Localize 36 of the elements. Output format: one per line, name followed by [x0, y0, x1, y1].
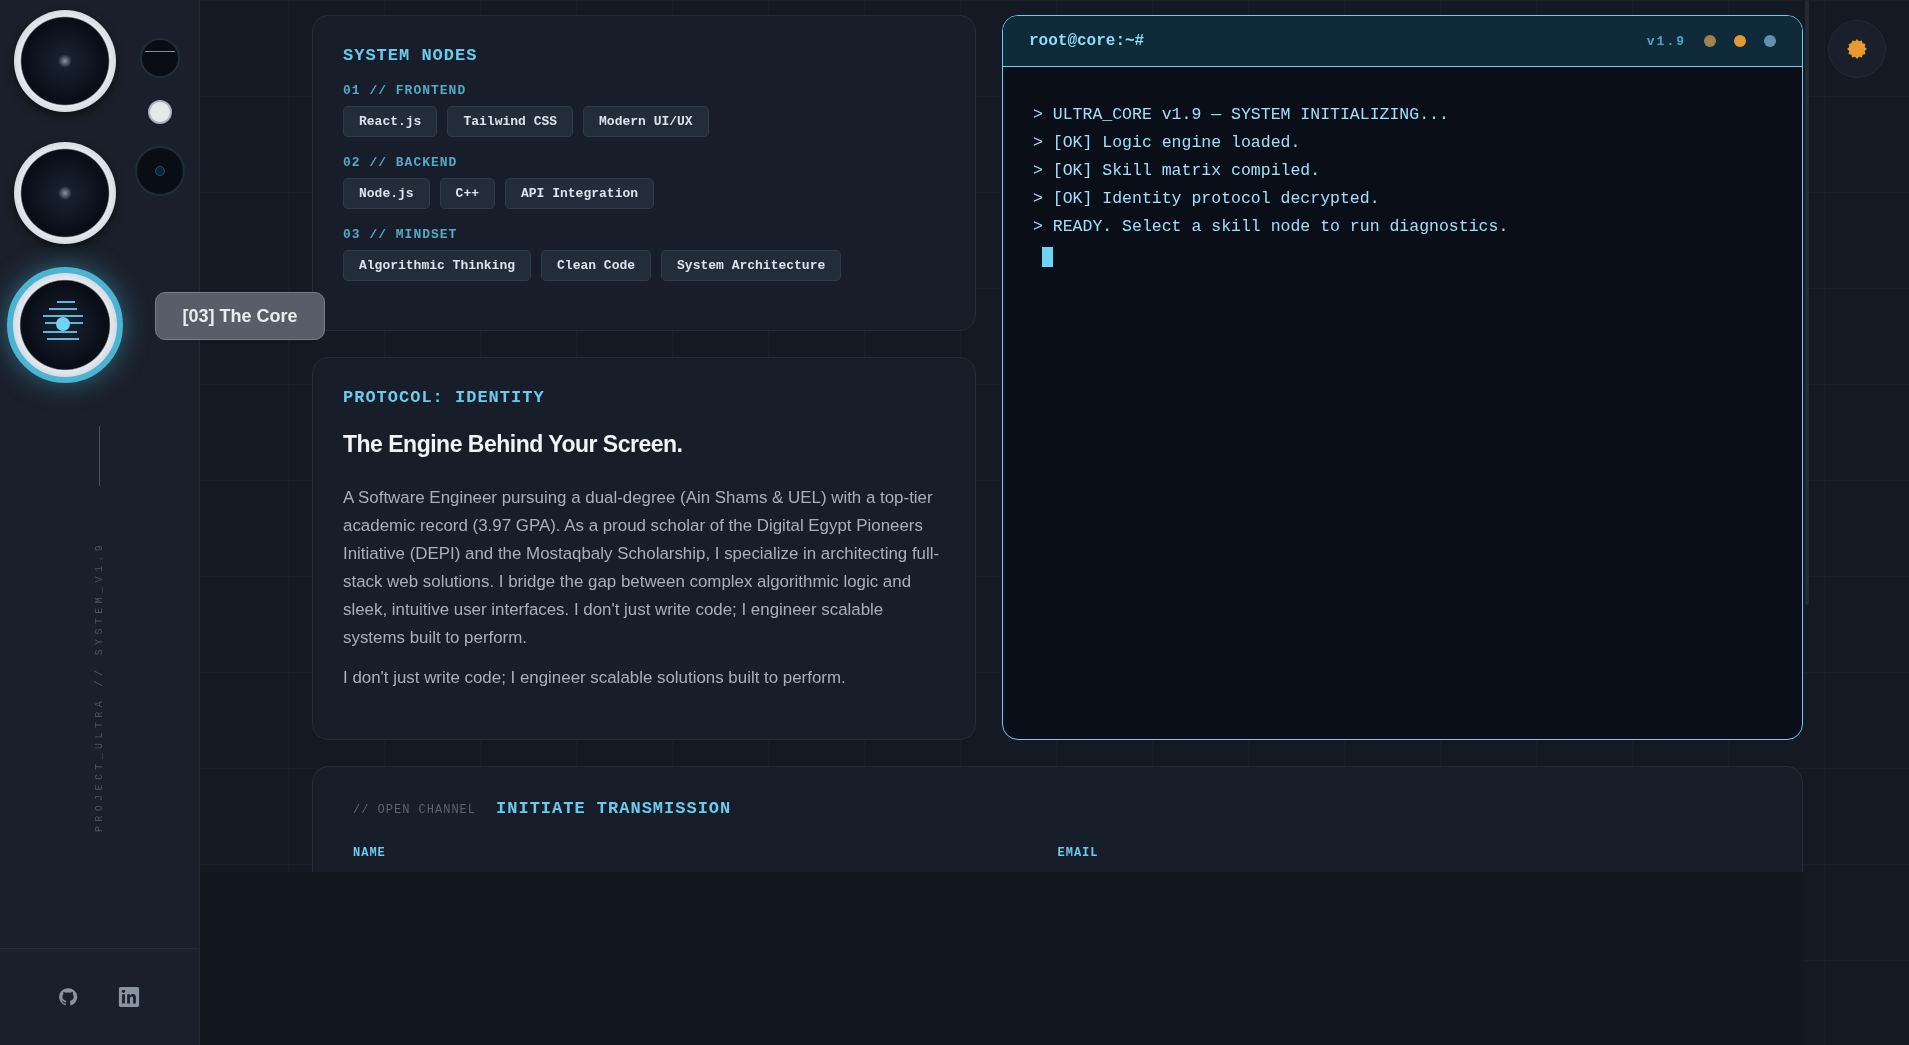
- section-title: INITIATE TRANSMISSION: [496, 799, 732, 818]
- section-title: PROTOCOL: IDENTITY: [343, 388, 546, 407]
- terminal-line: > [OK] Logic engine loaded.: [1033, 132, 1302, 154]
- sensor-icon: [135, 146, 185, 196]
- paragraph: A Software Engineer pursuing a dual-degree (Ain Shams & UEL) with a top-tier academic record (3.97 GPA). As a proud scholar of the Digital Egypt Pioneers Initiative (DEPI) and the Mostaqbaly Scholarship, I specialize in architecting full-stack web solutions. I bridge the gap between complex algorithmic logic and sleek, intuitive user interfaces. I don't just write code; I engineer scalable systems built to perform.: [343, 487, 941, 649]
- flash-icon: [148, 100, 172, 124]
- section-title: SYSTEM NODES: [343, 46, 479, 65]
- group-label: 01 // FRONTEND: [343, 83, 468, 98]
- skill-tag[interactable]: API Integration: [505, 178, 655, 209]
- version-label: v1.9: [1646, 33, 1686, 49]
- tooltip: [03] The Core: [155, 292, 325, 340]
- skill-tag[interactable]: Modern UI/UX: [583, 106, 709, 137]
- heading: The Engine Behind Your Screen.: [343, 431, 684, 458]
- skill-tag[interactable]: Tailwind CSS: [447, 106, 574, 137]
- skill-tag[interactable]: System Architecture: [661, 250, 842, 281]
- sensor-icon: [140, 38, 180, 78]
- terminal-line: > [OK] Skill matrix compiled.: [1033, 160, 1322, 182]
- terminal-line: > [OK] Identity protocol decrypted.: [1033, 188, 1381, 210]
- terminal-line: > ULTRA_CORE v1.9 — SYSTEM INITIALIZING...: [1033, 104, 1450, 126]
- skill-tag[interactable]: React.js: [343, 106, 438, 137]
- terminal-prompt: root@core:~#: [1029, 32, 1145, 50]
- linkedin-icon[interactable]: [118, 986, 140, 1008]
- terminal-line: > READY. Select a skill node to run diagnostics.: [1033, 216, 1510, 238]
- text-cursor: [1042, 247, 1053, 267]
- section-kicker: // OPEN CHANNEL: [353, 803, 477, 817]
- group-label: 03 // MINDSET: [343, 227, 459, 242]
- skill-tag[interactable]: Algorithmic Thinking: [343, 250, 532, 281]
- skill-tag[interactable]: Clean Code: [541, 250, 652, 281]
- skill-tag[interactable]: Node.js: [343, 178, 430, 209]
- field-label: NAME: [353, 846, 386, 860]
- github-icon[interactable]: [58, 987, 78, 1007]
- skill-tag[interactable]: C++: [439, 178, 495, 209]
- field-label: EMAIL: [1057, 846, 1099, 860]
- paragraph: I don't just write code; I engineer scalable solutions built to perform.: [343, 667, 847, 689]
- group-label: 02 // BACKEND: [343, 155, 459, 170]
- camera-lens-button[interactable]: [7, 267, 123, 383]
